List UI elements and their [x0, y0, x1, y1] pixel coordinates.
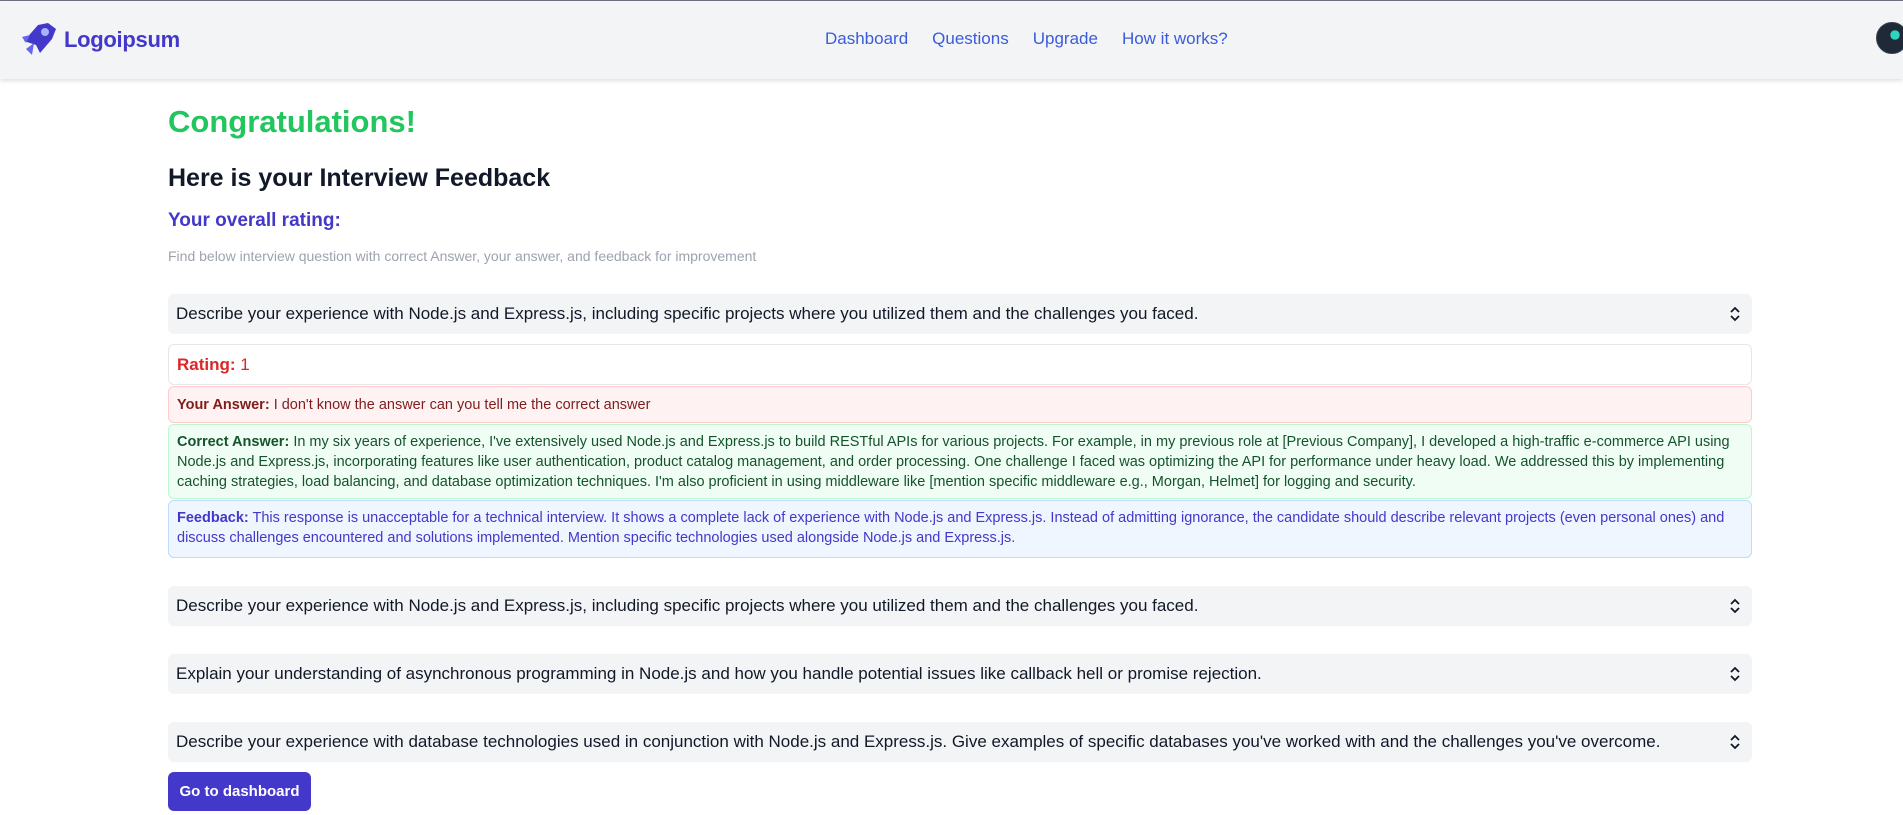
correct-answer-label: Correct Answer:: [177, 434, 290, 450]
top-navbar: Logoipsum Dashboard Questions Upgrade Ho…: [0, 1, 1903, 79]
logo-icon: [22, 23, 56, 55]
chevron-updown-icon: [1730, 734, 1740, 750]
chevron-updown-icon: [1730, 666, 1740, 682]
feedback-text: This response is unacceptable for a tech…: [177, 510, 1725, 546]
question-accordion-3[interactable]: Explain your understanding of asynchrono…: [168, 654, 1752, 694]
question-text: Describe your experience with Node.js an…: [176, 596, 1199, 615]
feedback-label: Feedback:: [177, 510, 249, 526]
your-answer-text: I don't know the answer can you tell me …: [273, 397, 651, 413]
rating-box: Rating: 1: [168, 344, 1752, 385]
page-title: Here is your Interview Feedback: [168, 164, 551, 192]
overall-rating-heading: Your overall rating:: [168, 210, 341, 231]
question-accordion-2[interactable]: Describe your experience with Node.js an…: [168, 586, 1752, 626]
intro-text: Find below interview question with corre…: [168, 248, 757, 264]
go-to-dashboard-button[interactable]: Go to dashboard: [168, 772, 311, 811]
nav-link-questions[interactable]: Questions: [932, 29, 1009, 49]
nav-link-how-it-works[interactable]: How it works?: [1122, 29, 1228, 49]
main-nav: Dashboard Questions Upgrade How it works…: [825, 29, 1252, 49]
nav-link-upgrade[interactable]: Upgrade: [1033, 29, 1098, 49]
chevron-updown-icon: [1730, 598, 1740, 614]
brand[interactable]: Logoipsum: [18, 19, 180, 61]
correct-answer-box: Correct Answer: In my six years of exper…: [168, 424, 1752, 499]
question-text: Explain your understanding of asynchrono…: [176, 664, 1262, 683]
brand-name: Logoipsum: [64, 27, 180, 52]
question-accordion-1[interactable]: Describe your experience with Node.js an…: [168, 294, 1752, 334]
nav-link-dashboard[interactable]: Dashboard: [825, 29, 908, 49]
avatar[interactable]: [1876, 22, 1903, 54]
chevron-updown-icon: [1730, 306, 1740, 322]
feedback-box: Feedback: This response is unacceptable …: [168, 500, 1752, 558]
your-answer-label: Your Answer:: [177, 397, 270, 413]
question-text: Describe your experience with database t…: [176, 732, 1661, 751]
question-text: Describe your experience with Node.js an…: [176, 304, 1199, 323]
rating-label: Rating:: [177, 355, 236, 374]
congrats-heading: Congratulations!: [168, 104, 416, 139]
your-answer-box: Your Answer: I don't know the answer can…: [168, 386, 1752, 423]
correct-answer-text: In my six years of experience, I've exte…: [177, 434, 1730, 490]
question-accordion-4[interactable]: Describe your experience with database t…: [168, 722, 1752, 762]
rating-value: 1: [240, 355, 250, 374]
